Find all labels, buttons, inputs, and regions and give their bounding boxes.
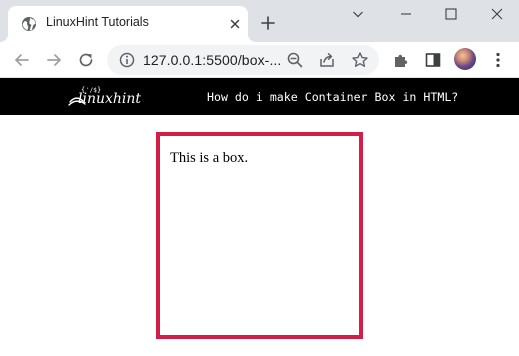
extensions-puzzle-icon[interactable] — [391, 50, 411, 70]
maximize-icon[interactable] — [443, 6, 459, 22]
container-box: This is a box. — [156, 132, 363, 339]
linuxhint-logo[interactable]: { '/$ } linuxhint — [66, 83, 166, 111]
avatar[interactable] — [454, 48, 476, 70]
url-text[interactable]: 127.0.0.1:5500/box-... — [143, 52, 281, 68]
back-arrow-icon[interactable] — [12, 50, 32, 70]
tab-title: LinuxHint Tutorials — [46, 15, 149, 29]
browser-toolbar: 127.0.0.1:5500/box-... — [0, 42, 519, 78]
logo-text: linuxhint — [78, 91, 142, 107]
share-icon[interactable] — [317, 50, 337, 70]
bookmark-star-icon[interactable] — [350, 50, 370, 70]
info-icon[interactable] — [117, 50, 137, 70]
more-menu-icon[interactable] — [488, 50, 508, 70]
minimize-icon[interactable] — [398, 6, 414, 22]
side-panel-icon[interactable] — [423, 50, 443, 70]
zoom-icon[interactable] — [285, 50, 305, 70]
tab-strip: LinuxHint Tutorials — [0, 0, 519, 42]
browser-tab[interactable]: LinuxHint Tutorials — [0, 6, 256, 42]
site-header: { '/$ } linuxhint How do i make Containe… — [0, 78, 519, 115]
box-text: This is a box. — [170, 150, 249, 166]
globe-icon — [22, 17, 36, 31]
address-bar[interactable]: 127.0.0.1:5500/box-... — [107, 45, 379, 75]
new-tab-plus-icon[interactable] — [260, 15, 276, 31]
reload-icon[interactable] — [76, 50, 96, 70]
forward-arrow-icon[interactable] — [44, 50, 64, 70]
close-icon[interactable] — [489, 6, 505, 22]
tab-close-icon[interactable] — [228, 17, 242, 31]
header-title: How do i make Container Box in HTML? — [207, 90, 459, 104]
chevron-down-icon[interactable] — [350, 6, 366, 22]
